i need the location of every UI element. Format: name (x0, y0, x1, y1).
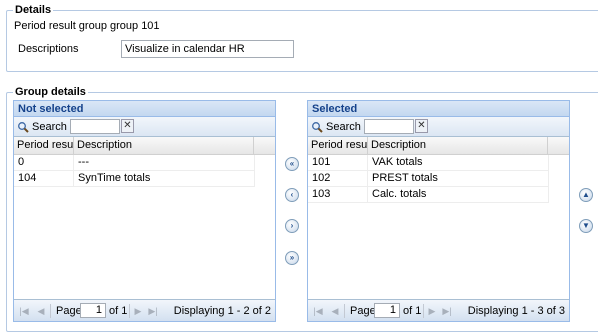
pager-divider (50, 304, 51, 318)
column-header-period[interactable]: Period resul... (14, 137, 74, 154)
not-selected-grid: Not selected Search ▼ ✕ Period resul... … (13, 100, 276, 322)
table-row[interactable]: 0 --- (14, 155, 255, 171)
page-label: Page (350, 305, 376, 317)
group-details-legend: Group details (13, 86, 88, 99)
grid-toolbar: Search ▼ ✕ (308, 117, 569, 137)
paging-status: Displaying 1 - 3 of 3 (467, 305, 565, 317)
pager: |◀ ◀ Page 1 of 1 ▶ ▶| Displaying 1 - 2 o… (14, 299, 275, 321)
first-page-icon[interactable]: |◀ (313, 306, 323, 316)
descriptions-label: Descriptions (18, 43, 79, 55)
cell-description: PREST totals (368, 171, 549, 186)
search-menu-button[interactable]: Search ▼ (311, 120, 371, 134)
descriptions-input[interactable]: Visualize in calendar HR (121, 40, 294, 58)
cell-description: SynTime totals (74, 171, 255, 186)
search-icon (18, 122, 29, 133)
remove-all-button[interactable]: » (285, 251, 299, 265)
table-row[interactable]: 104 SynTime totals (14, 171, 255, 187)
cell-period: 104 (14, 171, 74, 186)
move-down-button[interactable]: ▼ (579, 219, 593, 233)
cell-period: 102 (308, 171, 368, 186)
clear-icon[interactable]: ✕ (415, 119, 428, 133)
prev-page-icon[interactable]: ◀ (330, 306, 340, 316)
grid-title: Selected (308, 101, 569, 117)
column-header-filler (254, 137, 275, 154)
table-row[interactable]: 101 VAK totals (308, 155, 549, 171)
last-page-icon[interactable]: ▶| (148, 306, 158, 316)
clear-icon[interactable]: ✕ (121, 119, 134, 133)
prev-page-icon[interactable]: ◀ (36, 306, 46, 316)
search-label: Search (32, 121, 67, 133)
paging-status: Displaying 1 - 2 of 2 (173, 305, 271, 317)
remove-selected-button[interactable]: › (285, 219, 299, 233)
details-legend: Details (13, 4, 54, 17)
add-selected-button[interactable]: ‹ (285, 188, 299, 202)
column-header-period[interactable]: Period resul... (308, 137, 368, 154)
first-page-icon[interactable]: |◀ (19, 306, 29, 316)
selected-grid: Selected Search ▼ ✕ Period resul... Desc… (307, 100, 570, 322)
search-icon (312, 122, 323, 133)
grid-header: Period resul... Description (14, 137, 275, 155)
search-input[interactable] (364, 119, 414, 134)
column-header-description[interactable]: Description (74, 137, 254, 154)
grid-body: 0 --- 104 SynTime totals (14, 155, 275, 187)
pager: |◀ ◀ Page 1 of 1 ▶ ▶| Displaying 1 - 3 o… (308, 299, 569, 321)
pager-divider (129, 304, 130, 318)
column-header-description[interactable]: Description (368, 137, 548, 154)
pager-divider (344, 304, 345, 318)
cell-description: VAK totals (368, 155, 549, 170)
cell-description: Calc. totals (368, 187, 549, 202)
column-header-filler (548, 137, 569, 154)
search-menu-button[interactable]: Search ▼ (17, 120, 77, 134)
page-count-label: of 1 (403, 305, 422, 317)
pager-divider (423, 304, 424, 318)
grid-title: Not selected (14, 101, 275, 117)
last-page-icon[interactable]: ▶| (442, 306, 452, 316)
grid-body: 101 VAK totals 102 PREST totals 103 Calc… (308, 155, 569, 203)
grid-toolbar: Search ▼ ✕ (14, 117, 275, 137)
move-up-button[interactable]: ▲ (579, 188, 593, 202)
search-label: Search (326, 121, 361, 133)
table-row[interactable]: 102 PREST totals (308, 171, 549, 187)
page-number-input[interactable]: 1 (374, 303, 400, 318)
table-row[interactable]: 103 Calc. totals (308, 187, 549, 203)
cell-description: --- (74, 155, 255, 170)
page-label: Page (56, 305, 82, 317)
cell-period: 101 (308, 155, 368, 170)
page-number-input[interactable]: 1 (80, 303, 106, 318)
group-heading: Period result group group 101 (14, 20, 160, 32)
page-count-label: of 1 (109, 305, 128, 317)
add-all-button[interactable]: « (285, 157, 299, 171)
cell-period: 0 (14, 155, 74, 170)
cell-period: 103 (308, 187, 368, 202)
grid-header: Period resul... Description (308, 137, 569, 155)
next-page-icon[interactable]: ▶ (427, 306, 437, 316)
next-page-icon[interactable]: ▶ (133, 306, 143, 316)
search-input[interactable] (70, 119, 120, 134)
